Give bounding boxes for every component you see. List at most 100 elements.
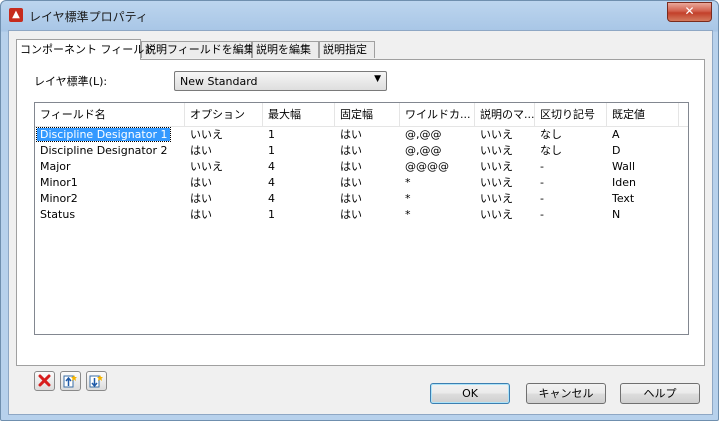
table-cell: * [400, 191, 411, 207]
table-cell: - [535, 159, 544, 175]
table-cell: はい [185, 175, 212, 191]
cell-text: はい [340, 144, 362, 157]
table-row[interactable]: Discipline Designator 2 はい 1 はい @,@@ いいえ なし D [35, 143, 688, 159]
column-header-wildcard[interactable]: ワイルドカ... [400, 103, 475, 126]
cell-text: はい [190, 144, 212, 157]
column-header-default[interactable]: 既定値 [607, 103, 679, 126]
table-cell: - [535, 191, 544, 207]
cell-text: はい [190, 176, 212, 189]
cell-text: 1 [268, 128, 275, 141]
cell-text: Discipline Designator 1 [35, 127, 172, 142]
column-header-delimiter[interactable]: 区切り記号 [535, 103, 607, 126]
table-cell: Iden [607, 175, 636, 191]
cell-text: @,@@ [405, 144, 442, 157]
delete-icon [38, 374, 51, 387]
cell-text: いいえ [480, 128, 513, 141]
table-cell: Text [607, 191, 634, 207]
table-cell: はい [335, 159, 362, 175]
table-cell: いいえ [475, 207, 513, 223]
help-button[interactable]: ヘルプ [620, 383, 700, 404]
cell-text: 4 [268, 192, 275, 205]
cell-text: いいえ [480, 160, 513, 173]
cancel-button[interactable]: キャンセル [526, 383, 606, 404]
cell-text: D [612, 144, 621, 157]
cell-text: Status [40, 208, 76, 221]
table-cell: なし [535, 143, 562, 159]
table-row[interactable]: Minor2 はい 4 はい * いいえ - Text [35, 191, 688, 207]
column-header-field-name[interactable]: フィールド名 [35, 103, 185, 126]
column-header-option[interactable]: オプション [185, 103, 263, 126]
tab-component-fields[interactable]: コンポーネント フィールド [16, 39, 155, 60]
table-cell: Wall [607, 159, 635, 175]
cell-text: - [540, 208, 544, 221]
cell-text: - [540, 192, 544, 205]
table-cell: 1 [263, 143, 275, 159]
table-cell: 1 [263, 207, 275, 223]
cell-text: はい [340, 160, 362, 173]
cell-text: @@@@ [405, 160, 449, 173]
table-row[interactable]: Major いいえ 4 はい @@@@ いいえ - Wall [35, 159, 688, 175]
table-cell: はい [335, 127, 362, 143]
table-cell: A [607, 127, 620, 143]
cell-text: なし [540, 144, 562, 157]
cell-text: いいえ [480, 192, 513, 205]
chevron-down-icon: ▼ [374, 74, 381, 84]
column-header-max-width[interactable]: 最大幅 [263, 103, 335, 126]
tab-edit-description-fields[interactable]: 説明フィールドを編集 [141, 41, 255, 58]
move-up-icon [63, 375, 77, 388]
table-cell: @,@@ [400, 143, 442, 159]
table-cell: * [400, 175, 411, 191]
table-cell: Discipline Designator 2 [35, 143, 167, 159]
cell-text: はい [340, 176, 362, 189]
table-cell: * [400, 207, 411, 223]
column-header-fixed-width[interactable]: 固定幅 [335, 103, 400, 126]
tab-description-spec[interactable]: 説明指定 [319, 41, 375, 58]
table-row[interactable]: Status はい 1 はい * いいえ - N [35, 207, 688, 223]
table-cell: いいえ [475, 127, 513, 143]
table-cell: 4 [263, 191, 275, 207]
table-cell: Minor2 [35, 191, 78, 207]
move-down-button[interactable] [86, 371, 107, 391]
table-row[interactable]: Discipline Designator 1 いいえ 1 はい @,@@ いいえ なし A [35, 127, 688, 143]
table-cell: いいえ [475, 159, 513, 175]
table-cell: Minor1 [35, 175, 78, 191]
cell-text: いいえ [190, 128, 223, 141]
table-cell: いいえ [475, 191, 513, 207]
table-cell: なし [535, 127, 562, 143]
layer-standard-value: New Standard [180, 75, 258, 88]
table-row[interactable]: Minor1 はい 4 はい * いいえ - Iden [35, 175, 688, 191]
autocad-app-icon: ▲ [9, 8, 23, 22]
cell-text: Wall [612, 160, 636, 173]
cell-text: いいえ [480, 176, 513, 189]
title-bar[interactable]: ▲ レイヤ標準プロパティ ✕ [1, 1, 718, 29]
ok-button[interactable]: OK [430, 383, 510, 404]
tab-panel: レイヤ標準(L): New Standard ▼ フィールド名 オプション 最大… [16, 59, 705, 391]
table-cell: 4 [263, 175, 275, 191]
delete-field-button[interactable] [34, 371, 55, 391]
table-cell: - [535, 207, 544, 223]
list-header: フィールド名 オプション 最大幅 固定幅 ワイルドカ... 説明のマ... 区切… [35, 103, 688, 127]
dialog-body: コンポーネント フィールド 説明フィールドを編集 説明を編集 説明指定 レイヤ標… [8, 30, 713, 415]
move-down-icon [89, 375, 103, 388]
window-title: レイヤ標準プロパティ [29, 10, 148, 24]
layer-standard-select[interactable]: New Standard ▼ [174, 71, 387, 91]
fields-list[interactable]: フィールド名 オプション 最大幅 固定幅 ワイルドカ... 説明のマ... 区切… [34, 102, 689, 335]
table-cell: はい [185, 143, 212, 159]
table-cell: 4 [263, 159, 275, 175]
close-button[interactable]: ✕ [667, 2, 712, 22]
cell-text: いいえ [190, 160, 223, 173]
cell-text: Minor2 [40, 192, 78, 205]
table-cell: はい [335, 207, 362, 223]
cell-text: はい [190, 208, 212, 221]
cell-text: - [540, 160, 544, 173]
cell-text: はい [340, 208, 362, 221]
cell-text: 4 [268, 176, 275, 189]
table-cell: @,@@ [400, 127, 442, 143]
cell-text: Major [40, 160, 71, 173]
move-up-button[interactable] [60, 371, 81, 391]
tab-edit-descriptions[interactable]: 説明を編集 [252, 41, 319, 58]
column-header-description[interactable]: 説明のマ... [475, 103, 535, 126]
cell-text: * [405, 208, 411, 221]
cell-text: N [612, 208, 621, 221]
cell-text: @,@@ [405, 128, 442, 141]
